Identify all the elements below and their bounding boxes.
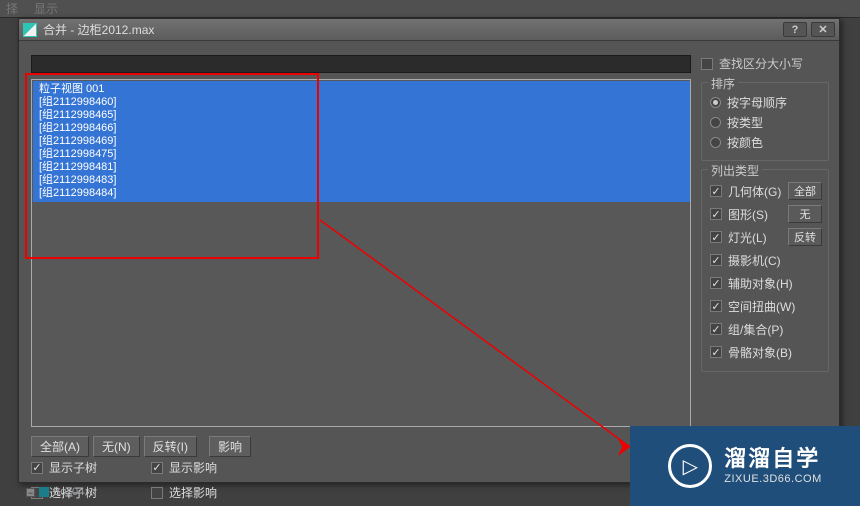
play-icon: ▷ xyxy=(683,454,698,479)
list-types-group: 列出类型 几何体(G) 全部 图形(S) 无 灯光(L) 反转 xyxy=(701,169,829,372)
type-shapes-checkbox[interactable]: 图形(S) 无 xyxy=(710,204,822,224)
list-item[interactable]: [组2112998469] xyxy=(39,135,687,148)
checkbox-icon xyxy=(710,277,722,289)
tree-collapse-icon[interactable]: − xyxy=(26,488,35,497)
checkbox-icon xyxy=(710,185,722,197)
list-item[interactable]: [组2112998460] xyxy=(39,96,687,109)
checkbox-label: 组/集合(P) xyxy=(728,321,783,338)
watermark-overlay: ▷ 溜溜自学 ZIXUE.3D66.COM xyxy=(630,426,860,506)
object-cube-icon xyxy=(39,487,49,497)
radio-label: 按字母顺序 xyxy=(727,94,787,111)
checkbox-label: 几何体(G) xyxy=(728,183,782,200)
radio-label: 按类型 xyxy=(727,114,763,131)
help-button[interactable]: ? xyxy=(783,22,807,37)
types-invert-button[interactable]: 反转 xyxy=(788,228,822,246)
dialog-body: 粒子视图 001 [组2112998460] [组2112998465] [组2… xyxy=(19,41,839,482)
dialog-title: 合并 - 边柜2012.max xyxy=(43,21,779,38)
checkbox-label: 骨骼对象(B) xyxy=(728,344,792,361)
checkbox-label: 灯光(L) xyxy=(728,229,782,246)
checkbox-label: 查找区分大小写 xyxy=(719,55,803,72)
watermark-url: ZIXUE.3D66.COM xyxy=(724,473,821,486)
checkbox-icon xyxy=(710,208,722,220)
type-spacewarps-checkbox[interactable]: 空间扭曲(W) xyxy=(710,296,822,316)
list-item[interactable]: [组2112998475] xyxy=(39,148,687,161)
scene-tree-fragment: − Box04 xyxy=(26,486,84,498)
right-options-column: 查找区分大小写 排序 按字母顺序 按类型 按颜色 列出类型 xyxy=(701,55,829,372)
close-button[interactable]: ✕ xyxy=(811,22,835,37)
sort-alpha-radio[interactable]: 按字母顺序 xyxy=(710,94,822,111)
scene-object-label[interactable]: Box04 xyxy=(53,486,84,498)
checkbox-icon xyxy=(710,346,722,358)
watermark-text: 溜溜自学 ZIXUE.3D66.COM xyxy=(724,446,821,486)
radio-icon xyxy=(710,137,721,148)
checkbox-label: 显示子树 xyxy=(49,459,97,476)
sort-group: 排序 按字母顺序 按类型 按颜色 xyxy=(701,82,829,161)
type-groups-checkbox[interactable]: 组/集合(P) xyxy=(710,319,822,339)
objects-selection[interactable]: 粒子视图 001 [组2112998460] [组2112998465] [组2… xyxy=(33,81,691,202)
selection-buttons-row: 全部(A) 无(N) 反转(I) 影响 xyxy=(31,436,251,457)
dialog-titlebar[interactable]: 合并 - 边柜2012.max ? ✕ xyxy=(19,19,839,41)
checkbox-label: 空间扭曲(W) xyxy=(728,298,795,315)
menu-select[interactable]: 择 xyxy=(6,0,18,17)
show-children-checkbox[interactable]: 显示子树 xyxy=(31,459,151,476)
checkbox-label: 显示影响 xyxy=(169,459,217,476)
type-bones-checkbox[interactable]: 骨骼对象(B) xyxy=(710,342,822,362)
checkbox-label: 辅助对象(H) xyxy=(728,275,793,292)
influence-button[interactable]: 影响 xyxy=(209,436,251,457)
select-influence-checkbox[interactable]: 选择影响 xyxy=(151,484,271,501)
list-item[interactable]: [组2112998483] xyxy=(39,174,687,187)
group-legend: 排序 xyxy=(708,75,738,92)
radio-label: 按颜色 xyxy=(727,134,763,151)
checkbox-icon xyxy=(151,487,163,499)
case-sensitive-checkbox[interactable]: 查找区分大小写 xyxy=(701,55,829,72)
sort-color-radio[interactable]: 按颜色 xyxy=(710,134,822,151)
select-invert-button[interactable]: 反转(I) xyxy=(144,436,197,457)
checkbox-icon xyxy=(701,58,713,70)
checkbox-icon xyxy=(710,254,722,266)
merge-dialog: 合并 - 边柜2012.max ? ✕ 粒子视图 001 [组211299846… xyxy=(18,18,840,483)
list-item[interactable]: 粒子视图 001 xyxy=(39,83,687,96)
select-all-button[interactable]: 全部(A) xyxy=(31,436,89,457)
checkbox-icon xyxy=(710,300,722,312)
list-item[interactable]: [组2112998466] xyxy=(39,122,687,135)
radio-icon xyxy=(710,117,721,128)
checkbox-icon xyxy=(31,462,43,474)
app-top-menu: 择 显示 xyxy=(0,0,860,18)
checkbox-label: 摄影机(C) xyxy=(728,252,781,269)
checkbox-icon xyxy=(710,323,722,335)
play-circle-icon: ▷ xyxy=(668,444,712,488)
list-item[interactable]: [组2112998481] xyxy=(39,161,687,174)
watermark-title: 溜溜自学 xyxy=(724,446,821,472)
types-none-button[interactable]: 无 xyxy=(788,205,822,223)
checkbox-icon xyxy=(151,462,163,474)
list-item[interactable]: [组2112998465] xyxy=(39,109,687,122)
checkbox-label: 选择影响 xyxy=(169,484,217,501)
group-legend: 列出类型 xyxy=(708,162,762,179)
type-lights-checkbox[interactable]: 灯光(L) 反转 xyxy=(710,227,822,247)
menu-display[interactable]: 显示 xyxy=(34,0,58,17)
type-geometry-checkbox[interactable]: 几何体(G) 全部 xyxy=(710,181,822,201)
app-3dsmax-icon xyxy=(23,23,37,37)
filter-input[interactable] xyxy=(31,55,691,73)
type-cameras-checkbox[interactable]: 摄影机(C) xyxy=(710,250,822,270)
types-all-button[interactable]: 全部 xyxy=(788,182,822,200)
sort-type-radio[interactable]: 按类型 xyxy=(710,114,822,131)
checkbox-label: 图形(S) xyxy=(728,206,782,223)
checkbox-icon xyxy=(710,231,722,243)
show-influence-checkbox[interactable]: 显示影响 xyxy=(151,459,271,476)
radio-icon xyxy=(710,97,721,108)
list-item[interactable]: [组2112998484] xyxy=(39,187,687,200)
select-none-button[interactable]: 无(N) xyxy=(93,436,140,457)
objects-listbox[interactable]: 粒子视图 001 [组2112998460] [组2112998465] [组2… xyxy=(31,79,691,427)
type-helpers-checkbox[interactable]: 辅助对象(H) xyxy=(710,273,822,293)
